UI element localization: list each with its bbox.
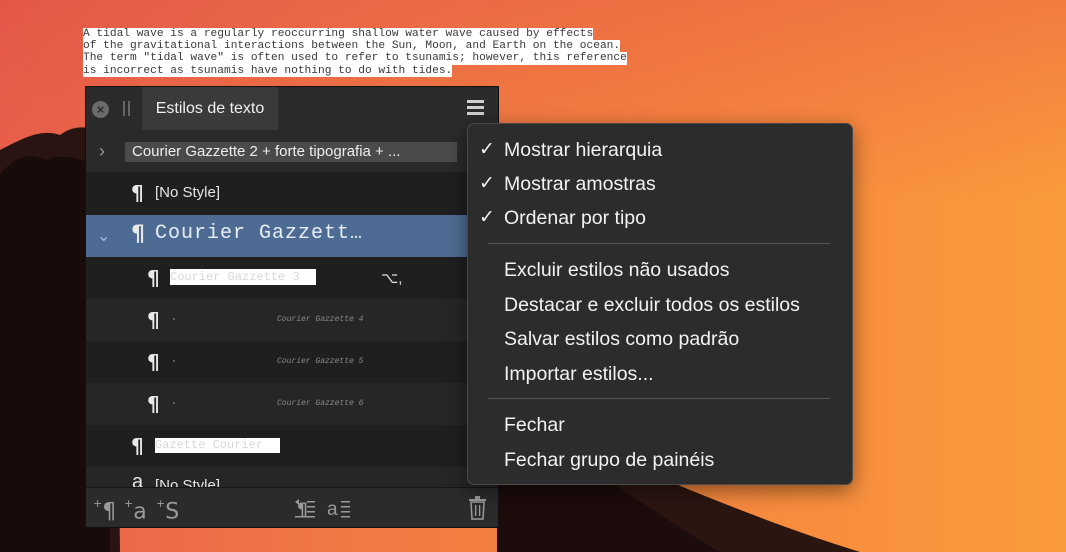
style-row-courier-5[interactable]: ¶ · Courier Gazzette 5 [86,341,498,383]
new-paragraph-style-button[interactable]: +¶ [93,494,116,525]
close-panel-button[interactable]: × [92,101,109,118]
style-preview-swatch: Courier Gazzette 3 [170,269,316,285]
menu-item-detach-delete-all-styles[interactable]: Destacar e excluir todos os estilos [468,288,852,322]
menu-item-close[interactable]: Fechar [468,408,852,442]
document-line[interactable]: The term "tidal wave" is often used to r… [83,52,627,65]
menu-separator [488,243,830,244]
menu-separator [488,398,830,399]
menu-item-import-styles[interactable]: Importar estilos... [468,357,852,391]
close-icon: × [96,102,105,117]
menu-item-delete-unused-styles[interactable]: Excluir estilos não usados [468,253,852,287]
plus-icon: + [156,497,166,510]
panel-footer: +¶ +a +S ¶ a [86,487,498,527]
checkmark-icon: ✓ [479,138,495,160]
plus-icon: + [124,497,134,510]
menu-item-label: Fechar grupo de painéis [504,449,715,471]
style-name: [No Style] [155,184,221,201]
menu-item-show-samples[interactable]: ✓ Mostrar amostras [468,167,852,201]
checkmark-icon: ✓ [479,206,495,228]
document-line[interactable]: is incorrect as tsunamis have nothing to… [83,64,453,77]
checkmark-icon: ✓ [479,172,495,194]
style-preview-sample: Courier Gazzette 5 [277,357,364,366]
style-preview-swatch: Gazette Courier [155,438,280,453]
panel-options-menu: ✓ Mostrar hierarquia ✓ Mostrar amostras … [467,123,853,485]
paragraph-style-icon: ¶ [131,222,145,247]
paragraph-style-icon: ¶ [147,350,160,374]
text-styles-panel: × Estilos de texto › Courier Gazzette 2 … [85,86,499,528]
style-preview-dot: · [172,311,176,325]
drag-grip-icon[interactable] [123,101,131,116]
group-style-icon: S [165,499,180,525]
paragraph-icon: ¶ [102,499,117,525]
menu-item-label: Importar estilos... [504,363,654,385]
style-group-row[interactable]: › Courier Gazzette 2 + forte tipografia … [86,130,498,172]
new-character-style-button[interactable]: +a [124,494,147,525]
style-preview-sample: Courier Gazzette 6 [277,399,364,408]
document-line[interactable]: of the gravitational interactions betwee… [83,40,621,53]
trash-icon[interactable] [467,495,489,521]
style-row-courier-4[interactable]: ¶ · Courier Gazzette 4 [86,299,498,341]
style-row-courier-3[interactable]: ¶ Courier Gazzette 3 ⌥, [86,257,498,299]
svg-text:a: a [327,499,338,520]
style-row-character-no-style[interactable]: a [No Style] [86,467,498,489]
style-preview-sample: Courier Gazzette 4 [277,315,364,324]
style-row-selected[interactable]: ⌄ ¶ Courier Gazzett… [86,215,498,257]
style-row-no-style[interactable]: ¶ [No Style] [86,172,498,215]
apply-paragraph-style-icon[interactable]: ¶ [293,496,317,520]
menu-item-label: Ordenar por tipo [504,207,646,229]
panel-header: × Estilos de texto [86,87,498,131]
menu-item-label: Destacar e excluir todos os estilos [504,294,800,316]
document-line[interactable]: A tidal wave is a regularly reoccurring … [83,28,594,41]
menu-item-label: Fechar [504,414,565,436]
style-row-gazette-courier[interactable]: ¶ Gazette Courier [86,425,498,467]
menu-item-show-hierarchy[interactable]: ✓ Mostrar hierarquia [468,133,852,167]
menu-item-save-styles-default[interactable]: Salvar estilos como padrão [468,322,852,356]
menu-item-close-panel-group[interactable]: Fechar grupo de painéis [468,443,852,477]
new-group-style-button[interactable]: +S [156,494,179,525]
paragraph-style-icon: ¶ [131,434,144,458]
paragraph-style-icon: ¶ [147,266,160,290]
menu-item-label: Mostrar amostras [504,173,656,195]
paragraph-style-icon: ¶ [147,392,160,416]
plus-icon: + [93,497,103,510]
menu-item-label: Salvar estilos como padrão [504,328,740,350]
paragraph-style-icon: ¶ [147,308,160,332]
chevron-right-icon[interactable]: › [99,142,105,160]
style-preview-dot: · [172,353,176,367]
style-row-courier-6[interactable]: ¶ · Courier Gazzette 6 [86,383,498,425]
style-preview-dot: · [172,395,176,409]
apply-character-style-icon[interactable]: a [326,496,352,520]
document-text-block[interactable]: A tidal wave is a regularly reoccurring … [83,28,627,77]
paragraph-style-icon: ¶ [131,181,144,205]
menu-item-label: Mostrar hierarquia [504,139,663,161]
character-icon: a [133,499,147,525]
menu-item-label: Excluir estilos não usados [504,259,730,281]
panel-menu-icon[interactable] [467,100,484,115]
style-name: Courier Gazzett… [155,222,364,245]
style-shortcut: ⌥, [381,270,403,287]
tab-text-styles[interactable]: Estilos de texto [142,87,278,130]
menu-item-sort-by-type[interactable]: ✓ Ordenar por tipo [468,201,852,235]
style-group-label: Courier Gazzette 2 + forte tipografia + … [125,142,457,162]
chevron-down-icon[interactable]: ⌄ [97,226,110,246]
